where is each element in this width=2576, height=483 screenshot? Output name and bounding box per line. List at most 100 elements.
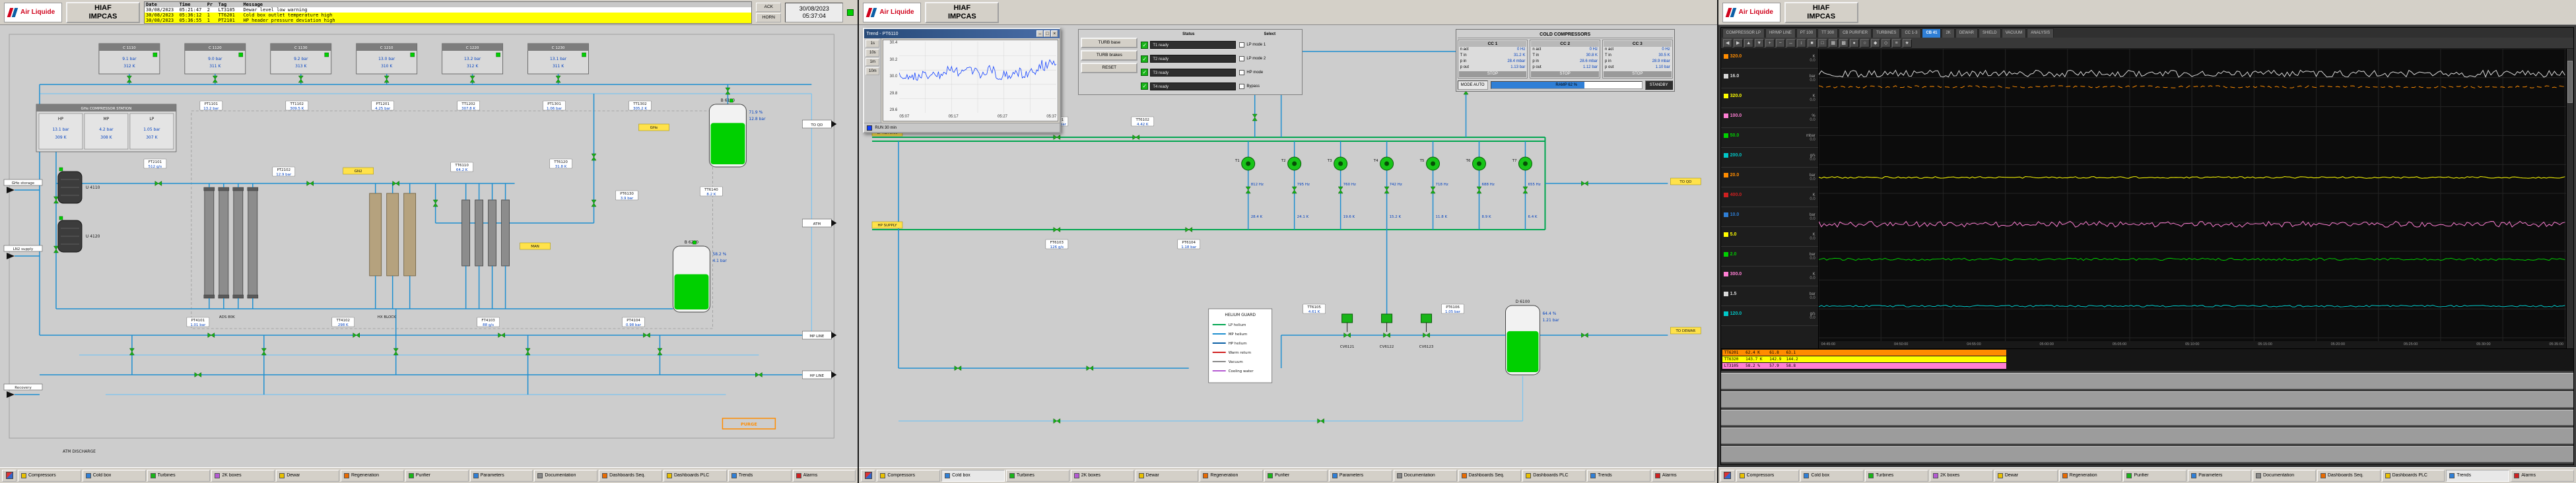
checkbox-icon[interactable] [1239,42,1244,48]
compressor-c-1110[interactable]: C 11109.1 bar312 K [99,44,160,74]
valve-icon[interactable] [261,348,266,355]
scale-row-6[interactable]: 20.0bar0.0 [1721,168,1818,187]
scale-row-7[interactable]: 400.0K0.0 [1721,187,1818,207]
taskbar-button-trends[interactable]: Trends [1587,470,1650,482]
instrument-tt1102[interactable]: TT1102309.5 K [286,101,308,111]
valve-icon[interactable] [53,197,58,203]
instrument-ft6103[interactable]: FT6103126 g/s [1046,240,1068,249]
trend-tab-hp-mp-line[interactable]: HP/MP LINE [1765,28,1796,38]
command-button-turb-brakes[interactable]: TURB brakes [1081,50,1137,61]
alarm-row[interactable]: 30/08/2023 05:36:55 1 PT2101 HP header p… [145,18,751,23]
valve-icon[interactable] [1087,366,1093,371]
command-button-turb-base[interactable]: TURB base [1081,38,1137,48]
toolbar-button-16[interactable]: ≡ [1892,39,1901,48]
taskbar-button-turbines[interactable]: Turbines [1006,470,1069,482]
toolbar-button-0[interactable]: ◀ [1723,39,1732,48]
instrument-tt6110[interactable]: TT611064.2 K [451,162,473,172]
toolbar-button-6[interactable]: ↔ [1786,39,1796,48]
minimize-icon[interactable]: – [1036,30,1043,37]
valve-icon[interactable] [726,88,730,94]
taskbar-button-dashboards-plc[interactable]: Dashboards PLC [2382,470,2445,482]
valve-icon[interactable] [470,76,475,82]
valve-icon[interactable] [1344,333,1351,338]
toolbar-button-2[interactable]: ▲ [1744,39,1753,48]
start-button[interactable] [1720,470,1735,482]
valve-icon[interactable] [1384,187,1389,193]
popup-range-button-1m[interactable]: 1m [865,58,879,66]
taskbar-button-compressors[interactable]: Compressors [1736,470,1800,482]
taskbar-button-compressors[interactable]: Compressors [18,470,81,482]
valve-icon[interactable] [1054,135,1060,140]
valve-icon[interactable] [1054,419,1060,424]
valve-icon[interactable] [1054,228,1060,232]
cc-standby-button[interactable]: STANDBY [1645,80,1673,90]
taskbar-button-regeneration[interactable]: Regeneration [341,470,404,482]
toolbar-button-9[interactable]: □ [1818,39,1827,48]
valve-icon[interactable] [1253,114,1258,121]
valve-icon[interactable] [1423,333,1430,338]
valve-icon[interactable] [127,76,131,82]
compressor-c-1220[interactable]: C 122013.2 bar312 K [442,44,503,74]
taskbar-button-trends[interactable]: Trends [728,470,792,482]
start-button[interactable] [861,470,875,482]
taskbar-button-dashboards-plc[interactable]: Dashboards PLC [1522,470,1586,482]
trend-tab-tt-300[interactable]: TT 300 [1817,28,1838,38]
scale-row-3[interactable]: 100.0%0.0 [1721,108,1818,128]
valve-icon[interactable] [592,154,596,160]
taskbar-button-parameters[interactable]: Parameters [470,470,533,482]
turbine-t5[interactable]: T5718 Hz11.8 K [1419,141,1448,230]
toolbar-button-14[interactable]: ◆ [1871,39,1880,48]
valve-icon[interactable] [1338,187,1343,193]
alarm-row[interactable]: 30/08/2023 05:36:12 1 TT6201 Cold box ou… [145,13,751,18]
scale-row-2[interactable]: 320.0K0.0 [1721,88,1818,108]
alarm-banner[interactable]: Date Time Pr Tag Message30/08/2023 05:21… [144,1,752,24]
toolbar-button-1[interactable]: ▶ [1734,39,1743,48]
trend-legend-row[interactable]: TT6320 143.7 K 142.9 144.2 [1722,356,2006,362]
valve-icon[interactable] [433,200,438,207]
scale-row-9[interactable]: 5.0K0.0 [1721,227,1818,247]
turbine-t7[interactable]: T7655 Hz6.4 K [1512,141,1541,230]
taskbar-button-dashboards-seq[interactable]: Dashboards Seq. [2317,470,2381,482]
checkbox-icon[interactable] [1239,70,1244,75]
scale-row-11[interactable]: 300.0K0.0 [1721,267,1818,286]
taskbar-button-parameters[interactable]: Parameters [1329,470,1392,482]
toolbar-button-7[interactable]: ↕ [1797,39,1806,48]
compressor-c-1210[interactable]: C 121013.0 bar310 K [356,44,417,74]
valve-icon[interactable] [658,348,662,355]
trend-legend-row[interactable]: TT6201 62.4 K 61.8 63.1 [1722,350,2006,356]
valve-icon[interactable] [1246,187,1251,193]
taskbar-button-alarms[interactable]: Alarms [793,470,856,482]
popup-range-button-10m[interactable]: 10m [865,67,879,75]
ack-button[interactable]: ACK [756,3,781,12]
trend-tab-compressor-lp[interactable]: COMPRESSOR LP [1722,28,1765,38]
instrument-tt4102[interactable]: TT4102298 K [332,317,355,327]
trend-tab-cb-41[interactable]: CB 41 [1922,28,1941,38]
scale-row-4[interactable]: 50.0mbar0.0 [1721,128,1818,148]
trend-legend-row[interactable]: LT3105 58.2 % 57.9 58.8 [1722,363,2006,369]
valve-icon[interactable] [1523,187,1528,193]
taskbar-button-purifier[interactable]: Purifier [2123,470,2186,482]
taskbar-button-dashboards-plc[interactable]: Dashboards PLC [663,470,727,482]
compressor-c-1230[interactable]: C 123013.1 bar311 K [528,44,589,74]
valve-icon[interactable] [643,333,650,338]
valve-icon[interactable] [1186,228,1192,232]
minimized-window-bar[interactable] [1721,391,2573,408]
control-valve-cv6122[interactable]: CV6122 [1380,314,1394,349]
minimized-window-bar[interactable] [1721,428,2573,444]
command-button-reset[interactable]: RESET [1081,63,1137,73]
instrument-tt6120[interactable]: TT612031.8 K [550,159,572,169]
instrument-pt6106[interactable]: PT61061.05 bar [1442,304,1464,314]
valve-icon[interactable] [307,181,314,186]
toolbar-button-5[interactable]: − [1776,39,1785,48]
trend-tab-cb-purifier[interactable]: CB PURIFIER [1839,28,1872,38]
mode-check-row-lp-mode-1[interactable]: LP mode 1 [1239,39,1300,51]
valve-icon[interactable] [208,333,215,338]
valve-icon[interactable] [393,348,398,355]
control-valve-cv6121[interactable]: CV6121 [1340,314,1355,349]
scale-row-8[interactable]: 10.0bar0.0 [1721,207,1818,227]
instrument-ft4103[interactable]: FT410388 g/s [477,317,500,327]
valve-icon[interactable] [393,181,399,186]
minimized-window-bar[interactable] [1721,373,2573,389]
turbine-t2[interactable]: T2795 Hz24.1 K [1281,141,1310,230]
taskbar-button-alarms[interactable]: Alarms [1652,470,1715,482]
